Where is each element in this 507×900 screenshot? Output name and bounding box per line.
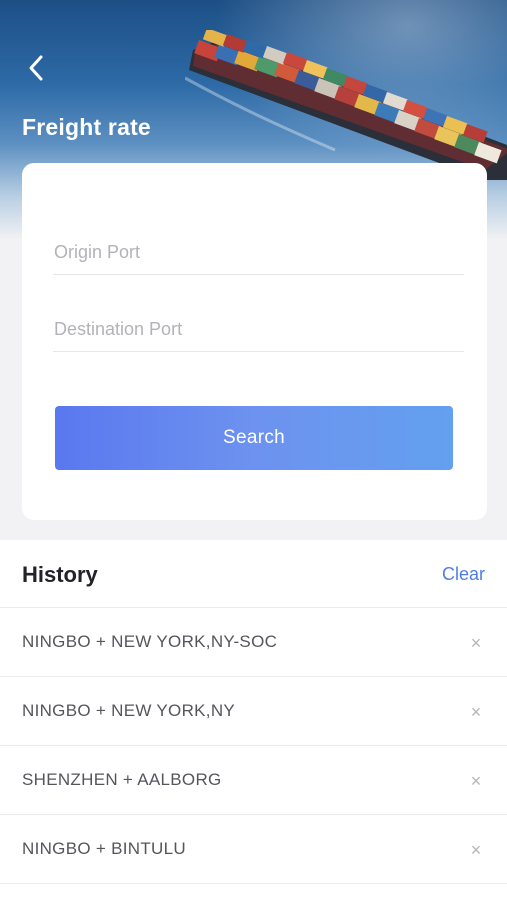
history-item-label: NINGBO + BINTULU bbox=[22, 839, 186, 858]
history-section: History Clear NINGBO + NEW YORK,NY-SOC ×… bbox=[0, 540, 507, 900]
close-icon[interactable]: × bbox=[465, 701, 487, 723]
close-icon[interactable]: × bbox=[465, 770, 487, 792]
chevron-left-icon bbox=[29, 55, 43, 81]
history-item-label: NINGBO + NEW YORK,NY bbox=[22, 701, 236, 720]
destination-port-field[interactable] bbox=[53, 302, 464, 352]
origin-port-field[interactable] bbox=[53, 225, 464, 275]
search-form-card: Search bbox=[22, 163, 487, 520]
close-icon[interactable]: × bbox=[465, 839, 487, 861]
history-item[interactable]: NINGBO + NEW YORK,NY-SOC × bbox=[0, 608, 507, 677]
history-item[interactable]: SHENZHEN + AALBORG × bbox=[0, 746, 507, 815]
destination-port-input[interactable] bbox=[53, 302, 464, 351]
origin-port-input[interactable] bbox=[53, 225, 464, 274]
history-item-label: NINGBO + NEW YORK,NY-SOC bbox=[22, 632, 278, 651]
close-icon[interactable]: × bbox=[465, 632, 487, 654]
history-item-label: SHENZHEN + AALBORG bbox=[22, 770, 222, 789]
container-ship-image bbox=[185, 30, 507, 180]
page-title: Freight rate bbox=[22, 114, 151, 140]
back-button[interactable] bbox=[18, 50, 54, 86]
search-button[interactable]: Search bbox=[55, 406, 453, 470]
history-title: History bbox=[22, 562, 98, 587]
clear-history-button[interactable]: Clear bbox=[442, 564, 485, 585]
history-header: History Clear bbox=[0, 540, 507, 608]
history-item[interactable]: NINGBO + NEW YORK,NY × bbox=[0, 677, 507, 746]
history-item[interactable]: NINGBO + BINTULU × bbox=[0, 815, 507, 884]
